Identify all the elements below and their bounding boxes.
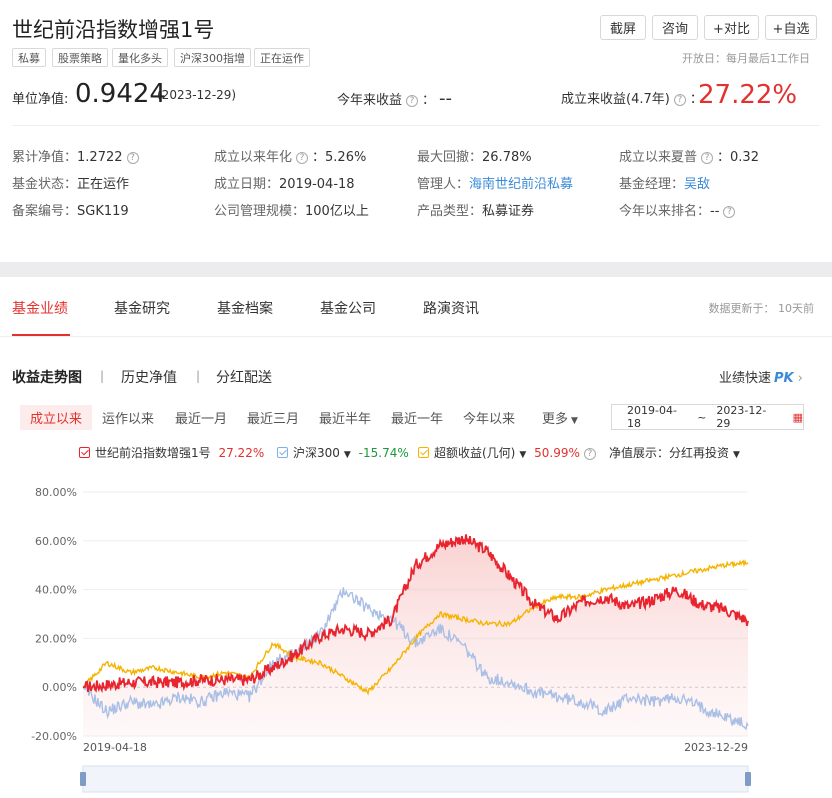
fund-title: 世纪前沿指数增强1号 xyxy=(12,18,215,42)
fund-manager: 基金经理：吴敌 xyxy=(619,177,711,192)
y-tick-label: -20.00% xyxy=(31,730,77,743)
registration: 备案编号：SGK119 xyxy=(12,204,129,219)
annual-return: 成立以来年化? ：5.26% xyxy=(214,150,367,165)
caret-down-icon: ▼ xyxy=(343,450,351,460)
screenshot-button[interactable]: 截屏 xyxy=(600,15,646,40)
caret-down-icon: ▼ xyxy=(733,450,740,460)
legend-fund[interactable]: 世纪前沿指数增强1号 27.22% xyxy=(79,444,264,461)
range-handle-right xyxy=(745,772,751,786)
checkbox-icon[interactable] xyxy=(79,447,90,458)
tag-quant: 量化多头 xyxy=(112,48,168,67)
x-tick-label: 2023-12-29 xyxy=(684,741,748,754)
date-range-picker[interactable]: 2019-04-18 ~ 2023-12-29 ▦ xyxy=(611,404,804,430)
range-handle-left xyxy=(80,772,86,786)
since-inception-return: 成立来收益(4.7年)?： xyxy=(561,92,703,107)
compare-button[interactable]: +对比 xyxy=(704,15,759,40)
checkbox-icon[interactable] xyxy=(418,447,429,458)
caret-down-icon: ▼ xyxy=(519,450,527,460)
manager-link[interactable]: 海南世纪前沿私募 xyxy=(469,177,573,192)
max-drawdown: 最大回撤：26.78% xyxy=(417,150,532,165)
range-navigator xyxy=(82,765,749,793)
help-icon[interactable]: ? xyxy=(406,95,419,107)
nav-label: 单位净值: xyxy=(12,92,69,107)
y-tick-label: 0.00% xyxy=(42,681,77,694)
legend-benchmark[interactable]: 沪深300 ▼ -15.74% xyxy=(277,444,409,461)
divider xyxy=(0,336,832,337)
data-update: 数据更新于： 10天前 xyxy=(708,302,815,315)
y-tick-label: 40.00% xyxy=(35,584,77,597)
help-icon[interactable]: ? xyxy=(673,94,686,106)
subtab-history[interactable]: 历史净值 xyxy=(121,367,177,387)
ytd-return: 今年来收益?： -- xyxy=(337,88,453,109)
sharpe: 成立以来夏普? ：0.32 xyxy=(619,150,759,165)
since-value: 27.22% xyxy=(698,80,798,110)
date-separator: ~ xyxy=(697,410,707,424)
consult-button[interactable]: 咨询 xyxy=(652,15,698,40)
company-scale: 公司管理规模：100亿以上 xyxy=(214,204,369,219)
date-start[interactable]: 2019-04-18 xyxy=(627,404,685,430)
help-icon[interactable]: ? xyxy=(126,152,139,164)
nav-date: (2023-12-29) xyxy=(157,88,237,102)
separator: | xyxy=(196,369,201,383)
manager: 管理人：海南世纪前沿私募 xyxy=(417,177,574,192)
range-3m[interactable]: 最近三月 xyxy=(247,408,299,427)
tab-profile[interactable]: 基金档案 xyxy=(217,298,273,318)
nav-value: 0.9424 xyxy=(75,79,166,109)
chevron-right-icon: › xyxy=(797,371,803,386)
legend-excess[interactable]: 超额收益(几何) ▼ 50.99%? xyxy=(418,444,600,461)
ytd-value: -- xyxy=(439,88,453,109)
fund-manager-link[interactable]: 吴敌 xyxy=(684,177,710,192)
add-watchlist-button[interactable]: +自选 xyxy=(765,15,817,40)
separator: | xyxy=(100,369,105,383)
pk-badge: PK xyxy=(774,371,794,386)
divider xyxy=(12,125,820,126)
range-6m[interactable]: 最近半年 xyxy=(319,408,371,427)
help-icon[interactable]: ? xyxy=(583,448,596,460)
subtab-dividend[interactable]: 分红配送 xyxy=(216,367,272,387)
range-since-operation[interactable]: 运作以来 xyxy=(102,408,154,427)
checkbox-icon[interactable] xyxy=(277,447,288,458)
tag-index: 沪深300指增 xyxy=(174,48,251,67)
range-more[interactable]: 更多 ▼ xyxy=(542,408,578,427)
range-1m[interactable]: 最近一月 xyxy=(175,408,227,427)
range-since-inception[interactable]: 成立以来 xyxy=(20,405,93,430)
cum-nav: 累计净值：1.2722? xyxy=(12,146,143,165)
calendar-icon[interactable]: ▦ xyxy=(793,411,803,424)
subtab-trend[interactable]: 收益走势图 xyxy=(12,367,82,387)
open-day: 开放日：每月最后1工作日 xyxy=(682,52,810,65)
ytd-rank: 今年以来排名：--? xyxy=(619,200,739,219)
help-icon[interactable]: ? xyxy=(296,152,309,164)
tab-roadshow[interactable]: 路演资讯 xyxy=(423,298,479,318)
product-type: 产品类型：私募证券 xyxy=(417,204,535,219)
y-tick-label: 20.00% xyxy=(35,632,77,645)
ytd-label: 今年来收益 xyxy=(337,93,403,108)
tab-performance[interactable]: 基金业绩 xyxy=(12,298,68,318)
tag-private: 私募 xyxy=(12,48,46,67)
caret-down-icon: ▼ xyxy=(571,416,578,426)
since-label: 成立来收益(4.7年) xyxy=(561,92,670,107)
y-tick-label: 80.00% xyxy=(35,486,77,499)
x-tick-label: 2019-04-18 xyxy=(83,741,147,754)
return-chart: 80.00% 60.00% 40.00% 20.00% 0.00% -20.00% 2019… xyxy=(31,486,751,793)
tab-research[interactable]: 基金研究 xyxy=(114,298,170,318)
nav-display-select[interactable]: 净值展示：分红再投资 ▼ xyxy=(609,444,740,461)
tag-status: 正在运作 xyxy=(254,48,310,67)
date-end[interactable]: 2023-12-29 xyxy=(716,404,774,430)
setup-date: 成立日期：2019-04-18 xyxy=(214,177,355,192)
range-ytd[interactable]: 今年以来 xyxy=(463,408,515,427)
y-tick-label: 60.00% xyxy=(35,535,77,548)
range-1y[interactable]: 最近一年 xyxy=(391,408,443,427)
help-icon[interactable]: ? xyxy=(701,152,714,164)
fund-status: 基金状态：正在运作 xyxy=(12,177,130,192)
help-icon[interactable]: ? xyxy=(723,206,736,218)
section-divider xyxy=(0,262,832,277)
tag-strategy: 股票策略 xyxy=(52,48,108,67)
tab-company[interactable]: 基金公司 xyxy=(320,298,376,318)
pk-link[interactable]: 业绩快速 PK › xyxy=(719,367,803,386)
